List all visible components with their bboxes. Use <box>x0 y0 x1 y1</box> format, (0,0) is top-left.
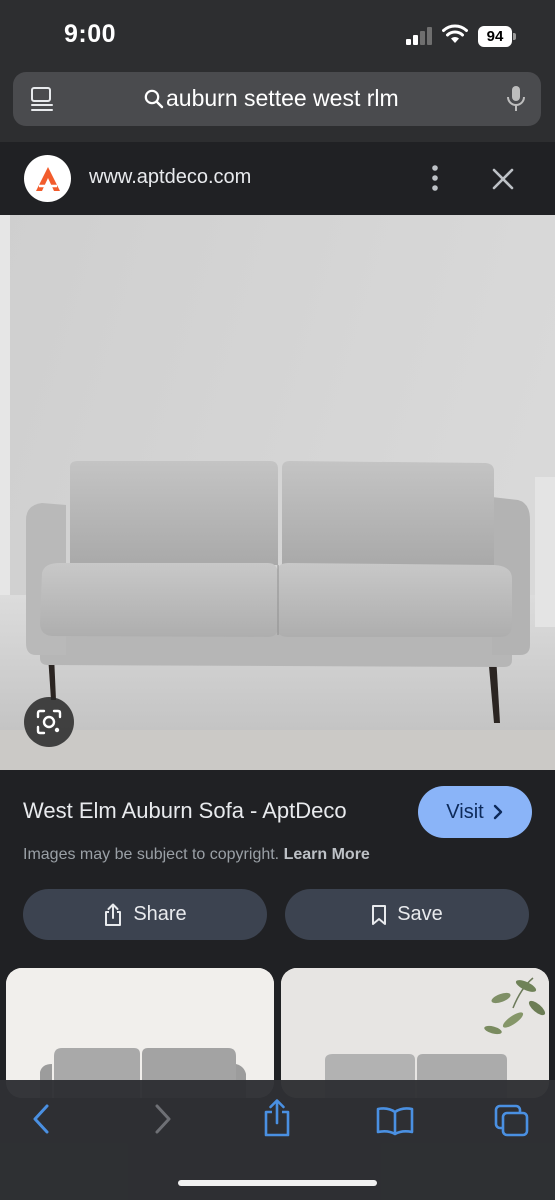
save-label: Save <box>397 903 443 925</box>
chevron-right-icon <box>493 804 502 820</box>
battery-icon: 94 <box>478 26 516 47</box>
sofa-image <box>0 215 555 770</box>
related-sofa-image-2 <box>281 968 549 1098</box>
main-product-image[interactable] <box>0 215 555 770</box>
forward-icon[interactable] <box>150 1102 176 1136</box>
lens-search-button[interactable] <box>24 697 74 747</box>
lens-icon <box>36 709 62 735</box>
share-label: Share <box>133 903 187 925</box>
home-indicator[interactable] <box>178 1180 377 1186</box>
visit-button[interactable]: Visit <box>418 786 532 838</box>
share-button[interactable]: Share <box>23 889 267 940</box>
tabs-icon[interactable] <box>494 1104 530 1138</box>
close-icon[interactable] <box>490 166 516 192</box>
share-icon[interactable] <box>262 1098 292 1138</box>
related-image-2[interactable] <box>281 968 549 1098</box>
address-region: auburn settee west rlm <box>0 70 555 142</box>
status-time: 9:00 <box>64 20 117 48</box>
source-url[interactable]: www.aptdeco.com <box>89 166 251 189</box>
copyright-notice: Images may be subject to copyright. Lear… <box>23 846 370 864</box>
more-vertical-icon[interactable] <box>424 165 446 191</box>
result-title[interactable]: West Elm Auburn Sofa - AptDeco <box>23 798 347 824</box>
learn-more-link[interactable]: Learn More <box>284 846 370 863</box>
related-sofa-image-1 <box>6 968 274 1098</box>
related-image-1[interactable] <box>6 968 274 1098</box>
address-query[interactable]: auburn settee west rlm <box>166 85 399 112</box>
bookmarks-icon[interactable] <box>376 1106 414 1136</box>
aptdeco-logo-icon <box>35 166 60 191</box>
reader-icon[interactable] <box>30 86 56 112</box>
status-bar: 9:00 94 <box>0 0 555 70</box>
back-icon[interactable] <box>28 1102 54 1136</box>
visit-label: Visit <box>446 800 484 823</box>
copyright-text: Images may be subject to copyright. <box>23 846 280 863</box>
search-icon <box>144 89 164 109</box>
share-icon <box>105 903 122 926</box>
address-bar[interactable]: auburn settee west rlm <box>13 72 541 126</box>
save-button[interactable]: Save <box>285 889 529 940</box>
signal-icon <box>406 27 432 45</box>
wifi-icon <box>442 24 468 43</box>
bookmark-icon <box>372 904 387 925</box>
battery-level: 94 <box>486 28 504 45</box>
source-header: www.aptdeco.com <box>0 142 555 215</box>
source-logo[interactable] <box>24 155 71 202</box>
mic-icon[interactable] <box>506 85 526 113</box>
